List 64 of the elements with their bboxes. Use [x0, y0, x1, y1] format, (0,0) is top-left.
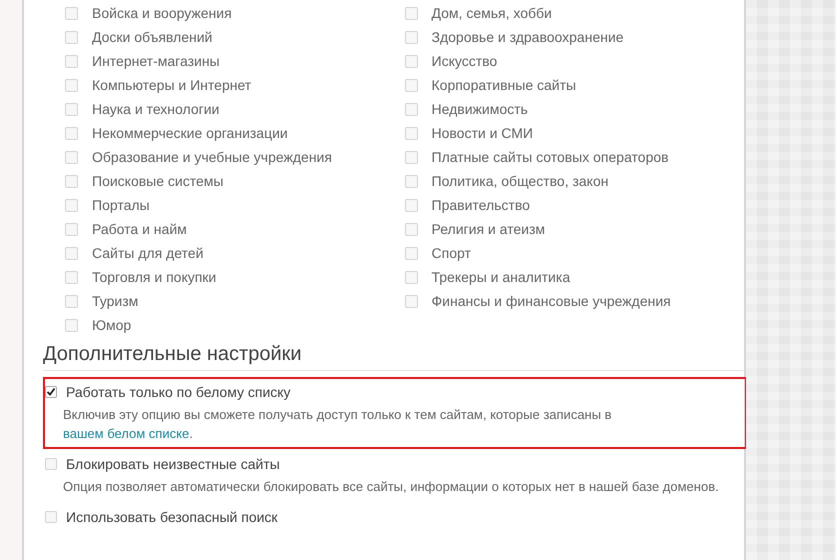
whitelist-link[interactable]: вашем белом списке: [63, 426, 190, 441]
checkbox[interactable]: [65, 126, 78, 140]
category-label: Религия и атеизм: [432, 221, 546, 237]
checkbox[interactable]: [45, 458, 57, 470]
category-label: Наука и технологии: [92, 101, 220, 117]
category-label: Туризм: [92, 293, 138, 309]
checkbox[interactable]: [65, 270, 78, 284]
checkbox[interactable]: [65, 30, 78, 44]
category-label: Сайты для детей: [92, 245, 204, 261]
checkbox[interactable]: [404, 126, 418, 140]
category-label: Работа и найм: [92, 221, 187, 237]
category-label: Порталы: [92, 197, 150, 213]
category-label: Спорт: [432, 245, 471, 261]
category-label: Трекеры и аналитика: [432, 269, 570, 285]
category-label: Финансы и финансовые учреждения: [432, 293, 671, 309]
category-label: Новости и СМИ: [432, 125, 533, 141]
checkbox[interactable]: [404, 150, 418, 164]
checkbox[interactable]: [65, 294, 78, 308]
category-label: Дом, семья, хобби: [432, 5, 552, 21]
option-description: Включив эту опцию вы сможете получать доступ только к тем сайтам, которые записаны в вашем белом списке.: [63, 406, 613, 443]
checkbox[interactable]: [65, 246, 78, 260]
option-description: Опция позволяет автоматически блокировать все сайты, информации о которых нет в нашей базе доменов.: [63, 478, 720, 496]
category-label: Платные сайты сотовых операторов: [432, 149, 669, 165]
checkbox[interactable]: [65, 174, 78, 188]
category-label: Корпоративные сайты: [432, 77, 576, 93]
checkbox[interactable]: [65, 150, 78, 164]
checkbox[interactable]: [65, 102, 78, 116]
checkbox[interactable]: [404, 246, 418, 260]
category-label: Компьютеры и Интернет: [92, 77, 252, 93]
option-label: Использовать безопасный поиск: [66, 509, 278, 525]
checkbox[interactable]: [404, 102, 418, 116]
category-label: Искусство: [432, 53, 498, 69]
checkbox[interactable]: [404, 174, 418, 188]
category-label: Правительство: [432, 197, 530, 213]
checkbox[interactable]: [404, 198, 418, 212]
checkbox[interactable]: [65, 198, 78, 212]
checkbox[interactable]: [45, 511, 57, 523]
category-label: Доски объявлений: [92, 29, 212, 45]
category-label: Некоммерческие организации: [92, 125, 288, 141]
section-heading: Дополнительные настройки: [43, 343, 743, 371]
checkbox[interactable]: [65, 318, 78, 332]
category-label: Политика, общество, закон: [432, 173, 608, 189]
checkbox[interactable]: [404, 30, 418, 44]
checkbox[interactable]: [404, 294, 418, 308]
option-label: Работать только по белому списку: [66, 384, 291, 400]
category-label: Поисковые системы: [92, 173, 224, 189]
checkbox[interactable]: [404, 54, 418, 68]
checkbox[interactable]: [65, 54, 78, 68]
checkbox[interactable]: [404, 6, 418, 20]
category-label: Недвижимость: [432, 101, 528, 117]
category-label: Образование и учебные учреждения: [92, 149, 332, 165]
checkbox[interactable]: [404, 78, 418, 92]
checkbox[interactable]: [404, 222, 418, 236]
option-label: Блокировать неизвестные сайты: [66, 456, 280, 472]
category-label: Войска и вооружения: [92, 5, 232, 21]
category-label: Юмор: [92, 317, 132, 333]
checkbox[interactable]: [65, 222, 78, 236]
checkbox[interactable]: [65, 6, 78, 20]
checkbox[interactable]: [45, 386, 57, 398]
checkbox[interactable]: [65, 78, 78, 92]
checkbox[interactable]: [404, 270, 418, 284]
category-label: Здоровье и здравоохранение: [432, 29, 624, 45]
category-label: Торговля и покупки: [92, 269, 216, 285]
category-label: Интернет-магазины: [92, 53, 220, 69]
